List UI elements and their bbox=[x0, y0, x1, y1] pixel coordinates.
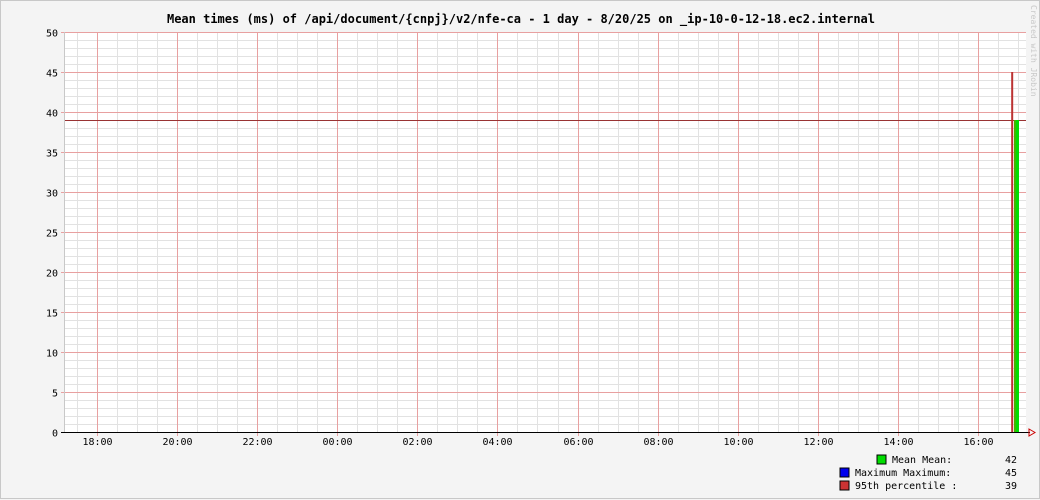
legend: Mean Mean: 42 Maximum Maximum: 45 95th perce… bbox=[839, 454, 1017, 492]
y-tick-label: 5 bbox=[52, 389, 58, 400]
chart-title: Mean times (ms) of /api/document/{cnpj}/… bbox=[167, 12, 875, 27]
legend-label: Maximum Maximum: bbox=[855, 468, 951, 479]
x-tick-label: 10:00 bbox=[723, 437, 753, 448]
y-tick-label: 25 bbox=[46, 229, 58, 240]
legend-swatch bbox=[876, 454, 887, 465]
x-tick-label: 16:00 bbox=[963, 437, 993, 448]
x-tick-label: 14:00 bbox=[883, 437, 913, 448]
y-tick-label: 40 bbox=[46, 109, 58, 120]
x-tick-label: 06:00 bbox=[563, 437, 593, 448]
series-maximum-area bbox=[1011, 72, 1014, 432]
x-tick-label: 20:00 bbox=[162, 437, 192, 448]
y-tick-label: 20 bbox=[46, 269, 58, 280]
chart-canvas: Mean times (ms) of /api/document/{cnpj}/… bbox=[46, 5, 1038, 492]
legend-value: 45 bbox=[1005, 468, 1017, 479]
legend-swatch bbox=[839, 480, 850, 491]
x-tick-label: 02:00 bbox=[402, 437, 432, 448]
y-tick-label: 50 bbox=[46, 29, 58, 40]
x-tick-label: 12:00 bbox=[803, 437, 833, 448]
x-tick-label: 22:00 bbox=[242, 437, 272, 448]
y-tick-label: 45 bbox=[46, 69, 58, 80]
y-tick-label: 10 bbox=[46, 349, 58, 360]
x-tick-label: 08:00 bbox=[643, 437, 673, 448]
legend-swatch bbox=[839, 467, 850, 478]
x-tick-label: 18:00 bbox=[82, 437, 112, 448]
chart-frame: Mean times (ms) of /api/document/{cnpj}/… bbox=[0, 0, 1040, 499]
x-tick-label: 04:00 bbox=[482, 437, 512, 448]
watermark-text: Created with JRobin bbox=[1029, 5, 1038, 97]
y-tick-label: 15 bbox=[46, 309, 58, 320]
x-tick-label: 00:00 bbox=[322, 437, 352, 448]
legend-label: Mean Mean: bbox=[892, 455, 952, 466]
y-tick-label: 35 bbox=[46, 149, 58, 160]
y-tick-label: 0 bbox=[52, 429, 58, 440]
legend-value: 39 bbox=[1005, 481, 1017, 492]
legend-label: 95th percentile : bbox=[855, 481, 957, 492]
legend-value: 42 bbox=[1005, 455, 1017, 466]
y-tick-label: 30 bbox=[46, 189, 58, 200]
